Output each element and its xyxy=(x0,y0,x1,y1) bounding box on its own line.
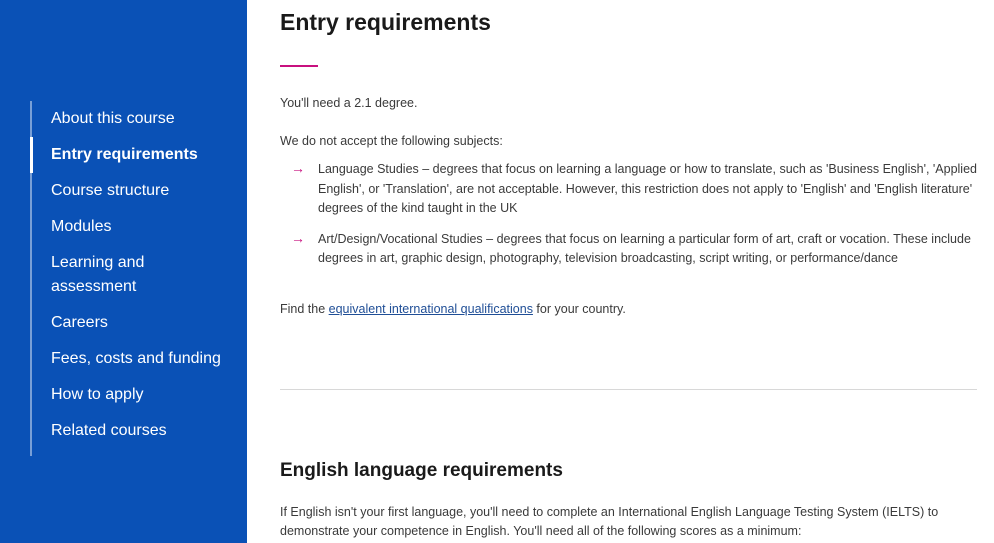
excluded-subjects-list: → Language Studies – degrees that focus … xyxy=(280,160,977,269)
page-title: Entry requirements xyxy=(280,9,491,35)
degree-requirement-text: You'll need a 2.1 degree. xyxy=(280,96,418,110)
arrow-right-icon: → xyxy=(291,160,305,176)
arrow-right-icon: → xyxy=(291,229,305,246)
equivalent-suffix: for your country. xyxy=(532,302,626,316)
excluded-subject-text: Language Studies – degrees that focus on… xyxy=(318,162,977,215)
sidebar-item-about-this-course[interactable]: About this course xyxy=(30,101,247,137)
sidebar-item-modules[interactable]: Modules xyxy=(30,209,247,245)
section-divider xyxy=(280,389,977,390)
sidebar-item-how-to-apply[interactable]: How to apply xyxy=(30,377,247,413)
excluded-subject-text: Art/Design/Vocational Studies – degrees … xyxy=(318,231,971,266)
list-item: → Language Studies – degrees that focus … xyxy=(280,160,977,219)
page: About this course Entry requirements Cou… xyxy=(0,0,994,543)
title-accent-rule xyxy=(280,65,318,67)
english-requirements-text: If English isn't your first language, yo… xyxy=(280,505,939,538)
english-requirements-heading: English language requirements xyxy=(280,460,563,481)
sidebar-nav-list: About this course Entry requirements Cou… xyxy=(30,101,247,449)
list-item: → Art/Design/Vocational Studies – degree… xyxy=(280,230,977,269)
sidebar-item-related-courses[interactable]: Related courses xyxy=(30,413,247,449)
sidebar-item-entry-requirements[interactable]: Entry requirements xyxy=(30,137,247,173)
equivalent-prefix: Find the xyxy=(280,302,329,316)
equivalent-qualifications-text: Find the equivalent international qualif… xyxy=(280,300,626,319)
course-sidebar-nav: About this course Entry requirements Cou… xyxy=(0,0,247,543)
sidebar-item-course-structure[interactable]: Course structure xyxy=(30,173,247,209)
sidebar-item-learning-and-assessment[interactable]: Learning and assessment xyxy=(30,245,171,305)
sidebar-item-fees-costs-and-funding[interactable]: Fees, costs and funding xyxy=(30,341,247,377)
sidebar-item-careers[interactable]: Careers xyxy=(30,305,247,341)
excluded-subjects-intro: We do not accept the following subjects: xyxy=(280,134,503,148)
equivalent-qualifications-link[interactable]: equivalent international qualifications xyxy=(329,302,533,316)
